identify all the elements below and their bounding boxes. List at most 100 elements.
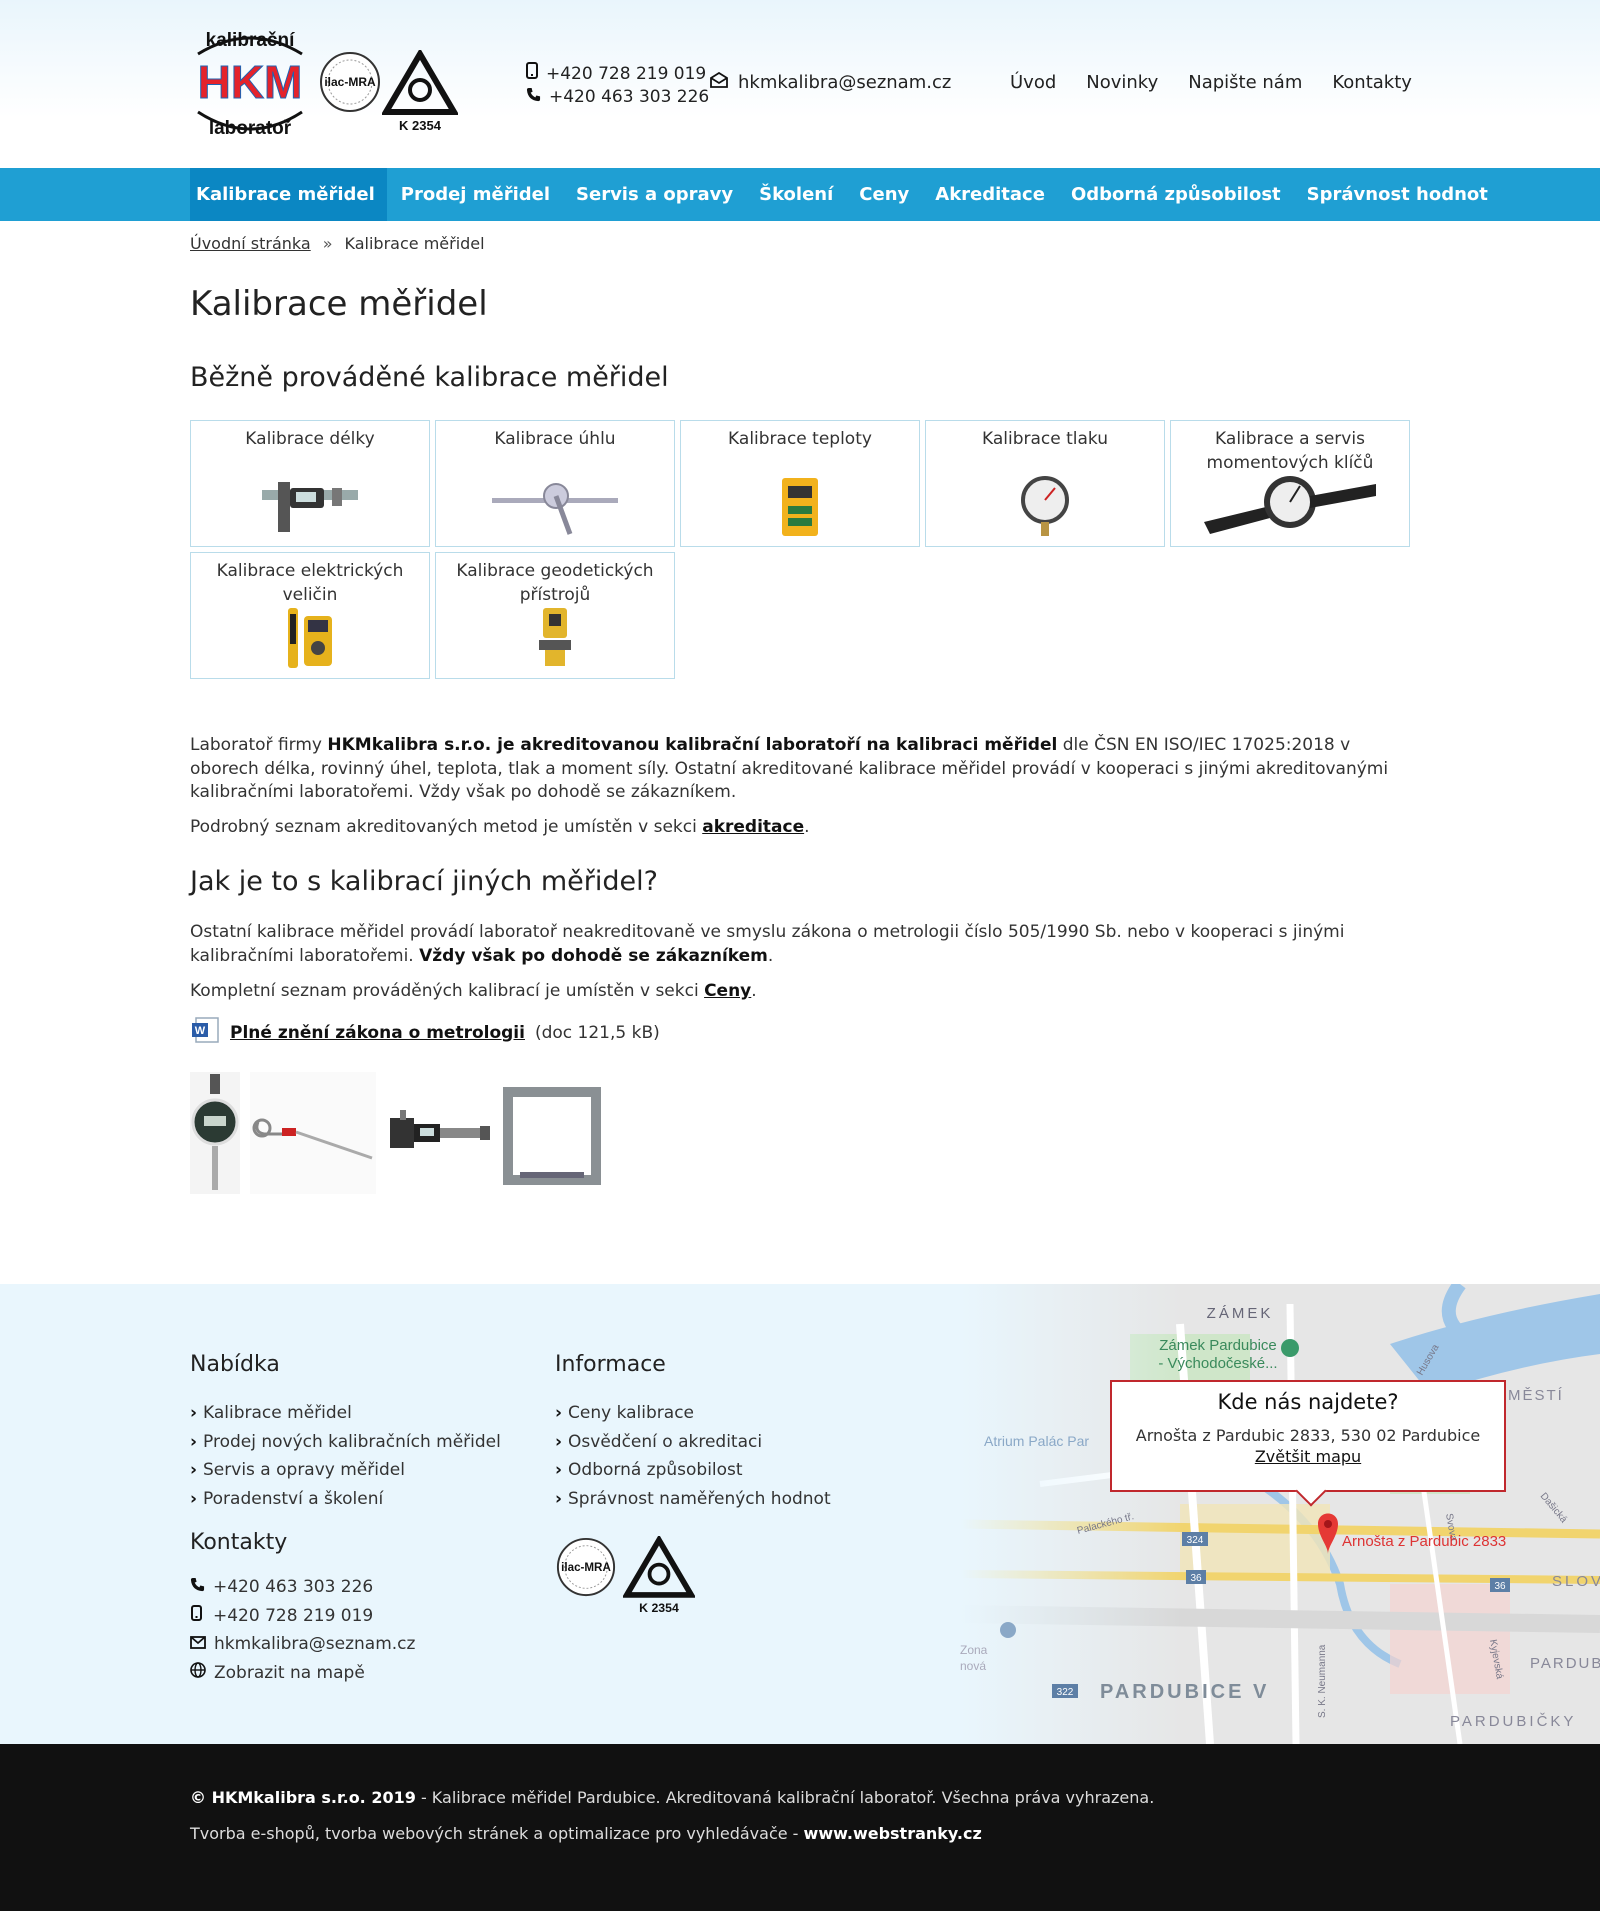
price-list-end: .	[751, 981, 757, 1001]
price-list-paragraph: Kompletní seznam prováděných kalibrací j…	[190, 980, 1410, 1004]
tile-teplota[interactable]: Kalibrace teploty	[680, 420, 920, 547]
tile-label: Kalibrace tlaku	[981, 429, 1109, 449]
credit-link[interactable]: www.webstranky.cz	[804, 1824, 982, 1843]
footer-ilac-text: ilac-MRA	[561, 1561, 611, 1574]
map-pin-label: Arnošta z Pardubic 2833	[1342, 1533, 1506, 1550]
document-download: W Plné znění zákona o metrologii (doc 12…	[190, 1016, 660, 1049]
footer-link-osvedceni[interactable]: Osvědčení o akreditaci	[555, 1428, 831, 1457]
footer-email: hkmkalibra@seznam.cz	[214, 1634, 416, 1654]
tile-elektricke-veliciny[interactable]: Kalibrace elektrických veličin	[190, 552, 430, 679]
gallery-micrometer-image[interactable]	[386, 1072, 492, 1194]
map-place-icon	[1000, 1622, 1016, 1638]
breadcrumb-home[interactable]: Úvodní stránka	[190, 234, 311, 253]
top-nav-novinky[interactable]: Novinky	[1086, 72, 1158, 93]
top-nav: Úvod Novinky Napište nám Kontakty	[1010, 72, 1412, 93]
map-label-neumanna: S. K. Neumanna	[1317, 1644, 1328, 1718]
enlarge-map-link[interactable]: Zvětšit mapu	[1112, 1447, 1504, 1466]
logo-text-mid: HKM	[198, 56, 303, 108]
footer-link-kalibrace[interactable]: Kalibrace měřidel	[190, 1399, 501, 1428]
map-road-36-a: 36	[1190, 1573, 1202, 1584]
total-station-icon	[539, 608, 571, 666]
copyright-rest: - Kalibrace měřidel Pardubice. Akreditov…	[415, 1788, 1155, 1807]
word-document-icon: W	[190, 1016, 220, 1049]
copyright-line: © HKMkalibra s.r.o. 2019 - Kalibrace měř…	[190, 1788, 1154, 1807]
location-map[interactable]: ZÁMEK Zámek Pardubice - Východočeské... …	[960, 1284, 1600, 1744]
header-phone-mobile-row[interactable]: +420 728 219 019	[526, 62, 709, 86]
footer-link-ceny-kalibrace[interactable]: Ceny kalibrace	[555, 1399, 831, 1428]
intro-text-a: Laboratoř firmy	[190, 735, 328, 755]
menu-item-odborna-zpusobilost[interactable]: Odborná způsobilost	[1065, 168, 1293, 221]
footer-link-prodej[interactable]: Prodej nových kalibračních měřidel	[190, 1428, 501, 1457]
document-info: (doc 121,5 kB)	[534, 1022, 660, 1043]
image-gallery	[190, 1072, 602, 1194]
tile-label: Kalibrace a servis momentových klíčů	[1206, 429, 1374, 473]
map-label-zona: Zona	[960, 1643, 988, 1657]
accred-code: K 2354	[399, 118, 442, 133]
map-road-36-b: 36	[1494, 1581, 1506, 1592]
footer-phone-fixed-row[interactable]: +420 463 303 226	[190, 1573, 415, 1602]
tile-tlak[interactable]: Kalibrace tlaku	[925, 420, 1165, 547]
top-nav-kontakty[interactable]: Kontakty	[1332, 72, 1412, 93]
map-info-box: Kde nás najdete? Arnošta z Pardubic 2833…	[1110, 1380, 1506, 1492]
menu-item-ceny[interactable]: Ceny	[853, 168, 921, 221]
footer-link-spravnost[interactable]: Správnost naměřených hodnot	[555, 1485, 831, 1514]
thermometer-device-icon	[782, 478, 818, 536]
footer-logos: ilac-MRA K 2354	[555, 1536, 695, 1616]
menu-item-prodej[interactable]: Prodej měřidel	[395, 168, 562, 221]
footer-cia-accreditation-logo: K 2354	[623, 1536, 695, 1615]
gallery-temperature-probe-image[interactable]	[250, 1072, 376, 1194]
word-icon-letter: W	[195, 1025, 206, 1037]
tile-momentove-klice[interactable]: Kalibrace a servis momentových klíčů	[1170, 420, 1410, 547]
menu-item-akreditace[interactable]: Akreditace	[929, 168, 1057, 221]
footer-map-link-row[interactable]: Zobrazit na mapě	[190, 1659, 415, 1688]
menu-item-servis[interactable]: Servis a opravy	[570, 168, 745, 221]
menu-item-spravnost-hodnot[interactable]: Správnost hodnot	[1301, 168, 1500, 221]
envelope-icon	[710, 71, 728, 93]
footer-kontakty: Kontakty +420 463 303 226 +420 728 219 0…	[190, 1530, 415, 1687]
tile-uhel[interactable]: Kalibrace úhlu	[435, 420, 675, 547]
price-list-text: Kompletní seznam prováděných kalibrací j…	[190, 981, 705, 1001]
footer-link-poradenstvi[interactable]: Poradenství a školení	[190, 1485, 501, 1514]
breadcrumb: Úvodní stránka » Kalibrace měřidel	[190, 234, 485, 253]
map-label-vychodoceske: - Východočeské...	[1158, 1355, 1277, 1372]
intro-paragraph: Laboratoř firmy HKMkalibra s.r.o. je akr…	[190, 734, 1410, 805]
cia-accreditation-logo: K 2354	[382, 50, 458, 133]
tile-geodeticke-pristroje[interactable]: Kalibrace geodetických přístrojů	[435, 552, 675, 679]
tile-delka[interactable]: Kalibrace délky	[190, 420, 430, 547]
ceny-link[interactable]: Ceny	[704, 981, 751, 1001]
top-nav-uvod[interactable]: Úvod	[1010, 72, 1056, 93]
globe-icon	[190, 1659, 206, 1688]
metrology-law-link[interactable]: Plné znění zákona o metrologii	[230, 1023, 525, 1043]
map-road-324: 324	[1187, 1535, 1204, 1546]
tile-label: Kalibrace délky	[245, 429, 375, 449]
gallery-dial-indicator-image[interactable]	[190, 1072, 240, 1194]
accreditation-paragraph: Podrobný seznam akreditovaných metod je …	[190, 816, 1410, 840]
tile-label: Kalibrace úhlu	[494, 429, 616, 449]
mobile-icon	[190, 1602, 205, 1631]
map-label-zamek: ZÁMEK	[1207, 1305, 1274, 1322]
tile-label: Kalibrace elektrických veličin	[216, 561, 404, 605]
header-email-text: hkmkalibra@seznam.cz	[738, 72, 952, 93]
header-phone-fixed-row[interactable]: +420 463 303 226	[526, 86, 709, 109]
top-nav-napiste-nam[interactable]: Napište nám	[1188, 72, 1302, 93]
torque-wrench-icon	[1204, 476, 1376, 534]
footer-accred-code: K 2354	[639, 1601, 679, 1615]
other-text-end: .	[767, 945, 774, 966]
map-label-pardubicky: PARDUBIČKY	[1450, 1713, 1576, 1730]
header-email[interactable]: hkmkalibra@seznam.cz	[710, 71, 952, 93]
menu-item-kalibrace[interactable]: Kalibrace měřidel	[190, 168, 387, 221]
gallery-frame-level-image[interactable]	[502, 1072, 602, 1194]
footer-phone-mobile: +420 728 219 019	[213, 1605, 374, 1626]
footer-email-row[interactable]: hkmkalibra@seznam.cz	[190, 1630, 415, 1659]
header-phones: +420 728 219 019 +420 463 303 226	[526, 62, 709, 109]
site-header: kalibrační HKM laboratoř ilac-MRA K 2354…	[0, 0, 1600, 168]
footer-link-servis[interactable]: Servis a opravy měřidel	[190, 1456, 501, 1485]
header-phone-mobile: +420 728 219 019	[546, 63, 707, 84]
footer-informace-title: Informace	[555, 1352, 666, 1377]
hkm-logo[interactable]: kalibrační HKM laboratoř	[190, 24, 310, 144]
map-label-zona-2: nová	[960, 1659, 986, 1673]
akreditace-link[interactable]: akreditace	[702, 817, 804, 837]
menu-item-skoleni[interactable]: Školení	[753, 168, 845, 221]
footer-phone-mobile-row[interactable]: +420 728 219 019	[190, 1602, 415, 1631]
footer-link-odborna-zpusobilost[interactable]: Odborná způsobilost	[555, 1456, 831, 1485]
